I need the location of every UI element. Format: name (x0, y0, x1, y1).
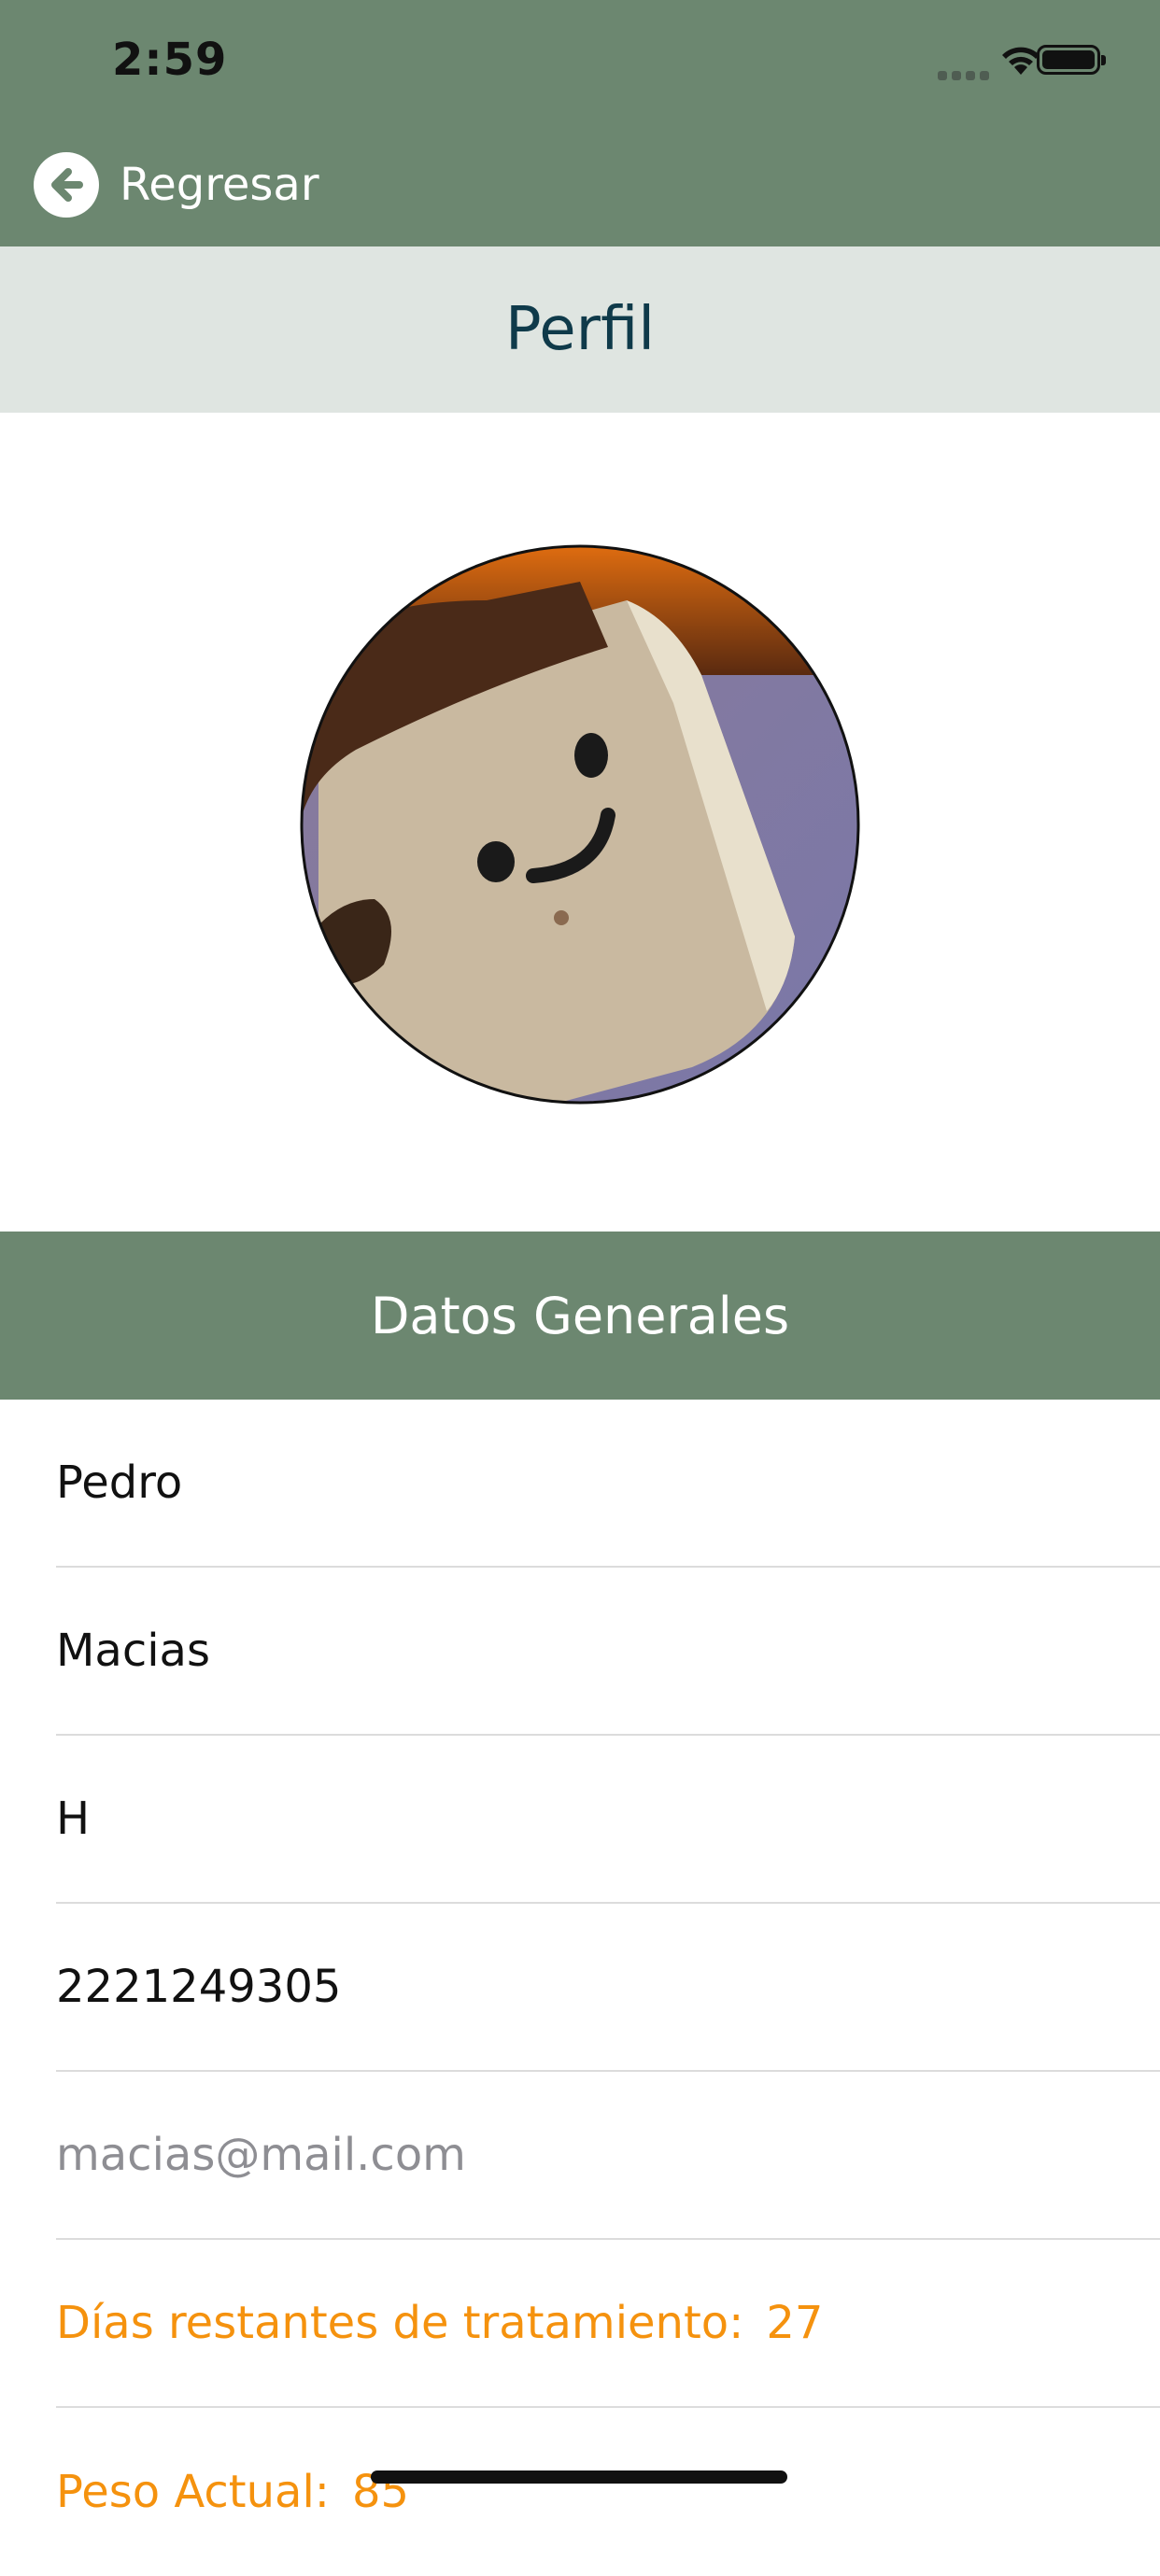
back-button[interactable]: Regresar (34, 148, 319, 222)
email-field[interactable] (56, 2129, 1160, 2181)
phone-row: 2221249305 (56, 1904, 1160, 2072)
status-time: 2:59 (112, 34, 228, 86)
battery-icon (1037, 45, 1106, 75)
current-weight-label: Peso Actual: (56, 2466, 330, 2518)
days-remaining-value: 27 (766, 2297, 824, 2349)
title-bar: Perfil (0, 246, 1160, 413)
gender-value[interactable]: H (56, 1793, 90, 1845)
arrow-left-circle-icon (34, 152, 99, 218)
signal-icon (938, 71, 990, 80)
first-name-value[interactable]: Pedro (56, 1457, 182, 1509)
first-name-row: Pedro (56, 1400, 1160, 1568)
current-weight-row: Peso Actual: 85 (56, 2408, 1160, 2576)
back-button-label: Regresar (120, 159, 319, 211)
email-row (56, 2072, 1160, 2240)
phone-value[interactable]: 2221249305 (56, 1961, 341, 2013)
days-remaining-label: Días restantes de tratamiento: (56, 2297, 744, 2349)
last-name-value[interactable]: Macias (56, 1625, 210, 1677)
gender-row: H (56, 1736, 1160, 1904)
navigation-bar: Regresar (0, 123, 1160, 246)
status-bar: 2:59 (0, 0, 1160, 123)
page-title: Perfil (504, 295, 656, 364)
section-title: Datos Generales (370, 1286, 790, 1345)
days-remaining-row: Días restantes de tratamiento: 27 (56, 2240, 1160, 2408)
avatar[interactable] (300, 544, 860, 1105)
avatar-image (300, 544, 860, 1105)
section-header-datos-generales: Datos Generales (0, 1232, 1160, 1400)
last-name-row: Macias (56, 1568, 1160, 1736)
home-indicator[interactable] (371, 2470, 787, 2484)
